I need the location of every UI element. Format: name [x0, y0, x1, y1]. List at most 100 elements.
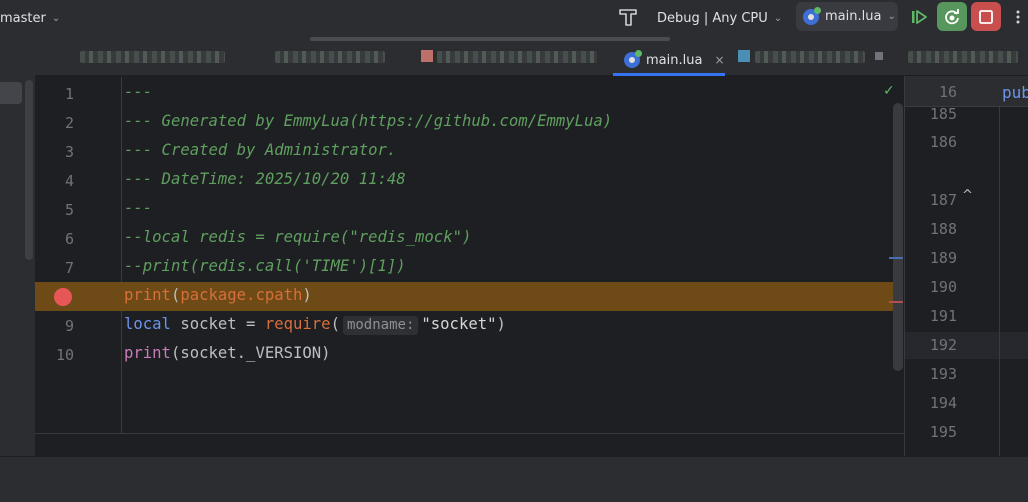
- rerun-debug-button[interactable]: [937, 2, 967, 31]
- line-text: local socket = require(modname: "socket"): [124, 315, 506, 335]
- editor-tab-obscured[interactable]: [755, 51, 865, 63]
- editor-tab-obscured[interactable]: [908, 51, 1018, 63]
- close-icon[interactable]: ×: [714, 53, 724, 67]
- line-number: 195: [929, 423, 957, 441]
- parameter-hint: modname:: [342, 316, 419, 335]
- line-number: 4: [64, 172, 74, 190]
- line-text: print(package.cpath): [124, 286, 312, 304]
- line-text: print(socket._VERSION): [124, 344, 331, 362]
- breakpoint-icon[interactable]: [54, 288, 72, 306]
- code-line[interactable]: 1 ---: [35, 79, 904, 108]
- file-icon: [421, 50, 433, 62]
- code-line[interactable]: 4 --- DateTime: 2025/10/20 11:48: [35, 166, 904, 195]
- more-options-button[interactable]: [1008, 2, 1028, 31]
- code-editor[interactable]: 1 --- 2 --- Generated by EmmyLua(https:/…: [35, 77, 904, 433]
- lua-file-icon: [624, 50, 642, 68]
- run-file-label: main.lua: [825, 9, 882, 24]
- hammer-icon[interactable]: [617, 6, 639, 28]
- inspection-ok-icon[interactable]: ✓: [883, 83, 895, 99]
- chevron-down-icon: ⌄: [51, 12, 61, 24]
- tab-bar-scrollbar[interactable]: [310, 37, 670, 41]
- chevron-down-icon: ⌄: [887, 11, 896, 22]
- rerun-debug-icon: [945, 8, 959, 24]
- token-paren: ): [302, 286, 312, 304]
- file-icon: [738, 50, 750, 62]
- panel-scrollbar[interactable]: [25, 80, 33, 260]
- split-editor-pane[interactable]: 16 pub 185 186 187 ^ 188 189 190 191 192…: [904, 76, 1028, 456]
- code-line[interactable]: 7 --print(redis.call('TIME')[1]): [35, 253, 904, 282]
- line-number: 9: [64, 317, 74, 335]
- scroll-marker[interactable]: [889, 301, 903, 303]
- line-number: 189: [929, 249, 957, 267]
- line-number: 188: [929, 220, 957, 238]
- branch-name: master: [0, 10, 46, 26]
- stop-button[interactable]: [971, 2, 1001, 31]
- line-number: 191: [929, 307, 957, 325]
- scroll-marker[interactable]: [889, 257, 903, 259]
- gutter-separator: [999, 107, 1000, 456]
- line-number: 186: [929, 133, 957, 151]
- line-text: --- Generated by EmmyLua(https://github.…: [124, 112, 613, 130]
- editor-tab-obscured[interactable]: [437, 51, 597, 63]
- lua-file-icon: [803, 6, 821, 25]
- code-line[interactable]: 6 --local redis = require("redis_mock"): [35, 224, 904, 253]
- more-vertical-icon: [1016, 10, 1020, 23]
- line-number: 185: [929, 105, 957, 123]
- token-paren: ): [496, 315, 506, 333]
- sticky-line-number: 16: [938, 83, 957, 101]
- editor-tab-bar: main.lua ×: [35, 36, 1028, 76]
- token-argument: package.cpath: [180, 286, 303, 304]
- active-tab-indicator: [613, 73, 725, 76]
- line-number: 10: [55, 346, 74, 364]
- fold-indicator-icon[interactable]: ^: [962, 188, 973, 203]
- tab-options-icon[interactable]: [875, 52, 883, 60]
- token-function: print: [124, 344, 171, 362]
- token-text: (socket._VERSION): [170, 344, 331, 362]
- code-line[interactable]: 2 --- Generated by EmmyLua(https://githu…: [35, 108, 904, 137]
- editor-tab-obscured[interactable]: [80, 51, 225, 63]
- token-text: socket =: [170, 315, 265, 333]
- line-number: 193: [929, 365, 957, 383]
- editor-scrollbar[interactable]: [893, 103, 903, 371]
- main-toolbar: master ⌄ Debug | Any CPU ⌄ main.lua ⌄: [0, 0, 1028, 36]
- line-text: --print(redis.call('TIME')[1]): [124, 257, 406, 275]
- sticky-line-code: pub: [1002, 83, 1028, 102]
- line-text: --- DateTime: 2025/10/20 11:48: [124, 170, 406, 188]
- branch-selector[interactable]: master ⌄: [0, 8, 60, 28]
- line-number: 7: [64, 259, 74, 277]
- line-number: 3: [64, 143, 74, 161]
- sticky-line-header[interactable]: 16 pub: [905, 76, 1028, 107]
- chevron-down-icon: ⌄: [773, 12, 783, 24]
- run-configuration-selector[interactable]: Debug | Any CPU ⌄: [651, 8, 788, 28]
- code-line-breakpoint[interactable]: print(package.cpath): [35, 282, 903, 311]
- line-number: 194: [929, 394, 957, 412]
- resume-icon: [912, 9, 927, 24]
- tab-label: main.lua: [646, 52, 703, 68]
- editor-tab-obscured[interactable]: [275, 51, 385, 63]
- code-line[interactable]: 5 ---: [35, 195, 904, 224]
- line-number: 187: [929, 191, 957, 209]
- run-configuration-label: Debug | Any CPU: [657, 10, 768, 26]
- run-file-selector[interactable]: main.lua ⌄: [796, 2, 898, 31]
- token-paren: (: [330, 315, 340, 333]
- tab-main-lua[interactable]: main.lua ×: [613, 44, 725, 76]
- code-line[interactable]: 10 print(socket._VERSION): [35, 340, 904, 369]
- line-text: ---: [124, 199, 153, 217]
- token-string: "socket": [421, 315, 497, 333]
- code-line[interactable]: 9 local socket = require(modname: "socket…: [35, 311, 904, 340]
- token-paren: (: [170, 286, 181, 304]
- line-text: ---: [124, 83, 153, 101]
- token-function: require: [264, 315, 331, 333]
- bottom-tool-window-area: [0, 456, 1028, 502]
- selected-tree-item[interactable]: [0, 82, 22, 104]
- line-text: --- Created by Administrator.: [124, 141, 397, 159]
- line-text: --local redis = require("redis_mock"): [124, 228, 472, 246]
- code-line[interactable]: 3 --- Created by Administrator.: [35, 137, 904, 166]
- resume-button[interactable]: [904, 2, 934, 31]
- line-number: 190: [929, 278, 957, 296]
- line-number: 1: [64, 85, 74, 103]
- line-number: 192: [929, 336, 957, 354]
- project-panel-strip: [0, 36, 35, 456]
- token-keyword: local: [124, 315, 171, 333]
- stop-icon: [979, 9, 993, 24]
